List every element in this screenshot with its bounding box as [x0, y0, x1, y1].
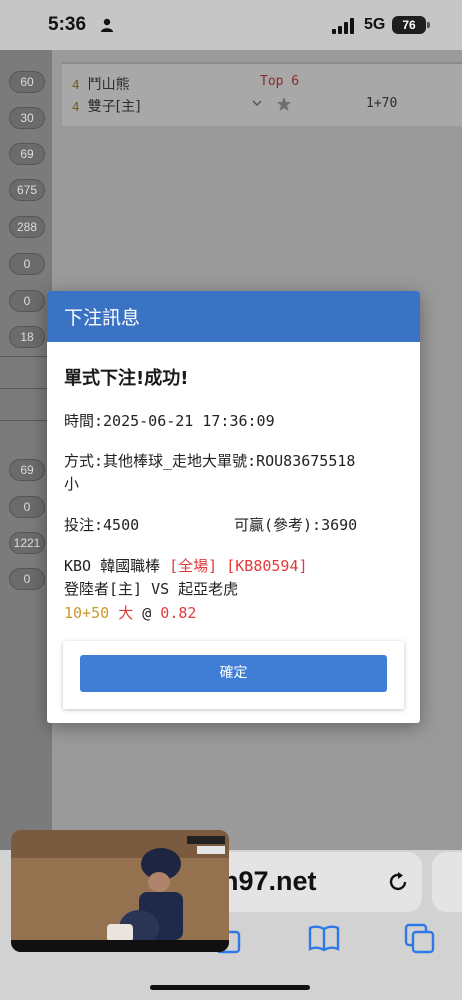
- side-count[interactable]: 0: [9, 253, 45, 275]
- divider: [0, 388, 52, 389]
- side-count[interactable]: 675: [9, 179, 45, 201]
- team-row: 4 雙子[主]: [72, 96, 141, 116]
- side-count[interactable]: 0: [9, 290, 45, 312]
- bet-odds: 0.82: [160, 604, 197, 622]
- chevron-down-icon[interactable]: [252, 98, 262, 108]
- team-row: 4 鬥山熊: [72, 74, 130, 94]
- bet-handicap: 10+50: [64, 604, 110, 622]
- battery-icon: 76: [392, 16, 426, 34]
- side-count[interactable]: 18: [9, 326, 45, 348]
- bet-time: 時間:2025-06-21 17:36:09: [64, 412, 275, 430]
- network-type: 5G: [364, 16, 386, 33]
- bet-method: 方式:其他棒球_走地大單號:ROU83675518: [64, 452, 356, 470]
- status-time: 5:36: [48, 14, 87, 35]
- bet-selection-line: 10+50 大 @ 0.82: [64, 602, 196, 623]
- video-frame: [11, 830, 229, 952]
- bet-info-dialog: 下注訊息 單式下注!成功! 時間:2025-06-21 17:36:09 方式:…: [47, 291, 420, 723]
- battery-tip: [427, 22, 430, 28]
- divider: [0, 356, 52, 357]
- status-bar: 5:36 5G 76: [0, 0, 462, 50]
- side-count[interactable]: 1221: [9, 532, 45, 554]
- side-count[interactable]: 69: [9, 143, 45, 165]
- url-text[interactable]: n97.net: [222, 866, 317, 897]
- signal-icon: [332, 18, 354, 34]
- star-icon[interactable]: [276, 96, 292, 112]
- side-count[interactable]: 60: [9, 71, 45, 93]
- picture-in-picture-video[interactable]: [11, 830, 229, 952]
- reload-icon[interactable]: [386, 870, 410, 894]
- bet-code: [KB80594]: [226, 557, 308, 575]
- bet-scope: [全場]: [169, 557, 218, 575]
- team-name: 鬥山熊: [87, 77, 130, 93]
- bet-teams: 登陸者[主] VS 起亞老虎: [64, 580, 239, 598]
- side-count[interactable]: 30: [9, 107, 45, 129]
- bet-side: 大: [118, 604, 134, 622]
- bookmarks-icon[interactable]: [307, 922, 341, 954]
- row-number: 4: [72, 100, 80, 114]
- side-count[interactable]: 288: [9, 216, 45, 238]
- side-count[interactable]: 0: [9, 496, 45, 518]
- odds-value[interactable]: 1+70: [366, 96, 397, 111]
- home-indicator: [150, 985, 310, 990]
- tabs-icon[interactable]: [403, 922, 437, 954]
- bet-method-side: 小: [64, 475, 80, 493]
- inning-info: Top 6: [260, 74, 300, 89]
- row-number: 4: [72, 78, 80, 92]
- confirm-button[interactable]: 確定: [80, 655, 387, 692]
- next-tab-preview[interactable]: [432, 852, 462, 912]
- person-icon: [101, 18, 113, 32]
- dialog-title: 下注訊息: [47, 291, 420, 342]
- team-name: 雙子[主]: [87, 99, 141, 115]
- bet-stake: 投注:4500: [64, 516, 140, 534]
- bet-league-line: KBO 韓國職棒 [全場] [KB80594]: [64, 555, 308, 576]
- bet-potential-win: 可贏(參考):3690: [234, 516, 358, 534]
- at-sign: @: [142, 604, 152, 622]
- league-name: KBO 韓國職棒: [64, 557, 161, 575]
- background-sidebar: [0, 50, 52, 850]
- side-count[interactable]: 0: [9, 568, 45, 590]
- bet-success-title: 單式下注!成功!: [64, 368, 189, 389]
- match-card: [62, 62, 462, 126]
- dialog-footer: 確定: [63, 641, 404, 709]
- side-count[interactable]: 69: [9, 459, 45, 481]
- divider: [0, 420, 52, 421]
